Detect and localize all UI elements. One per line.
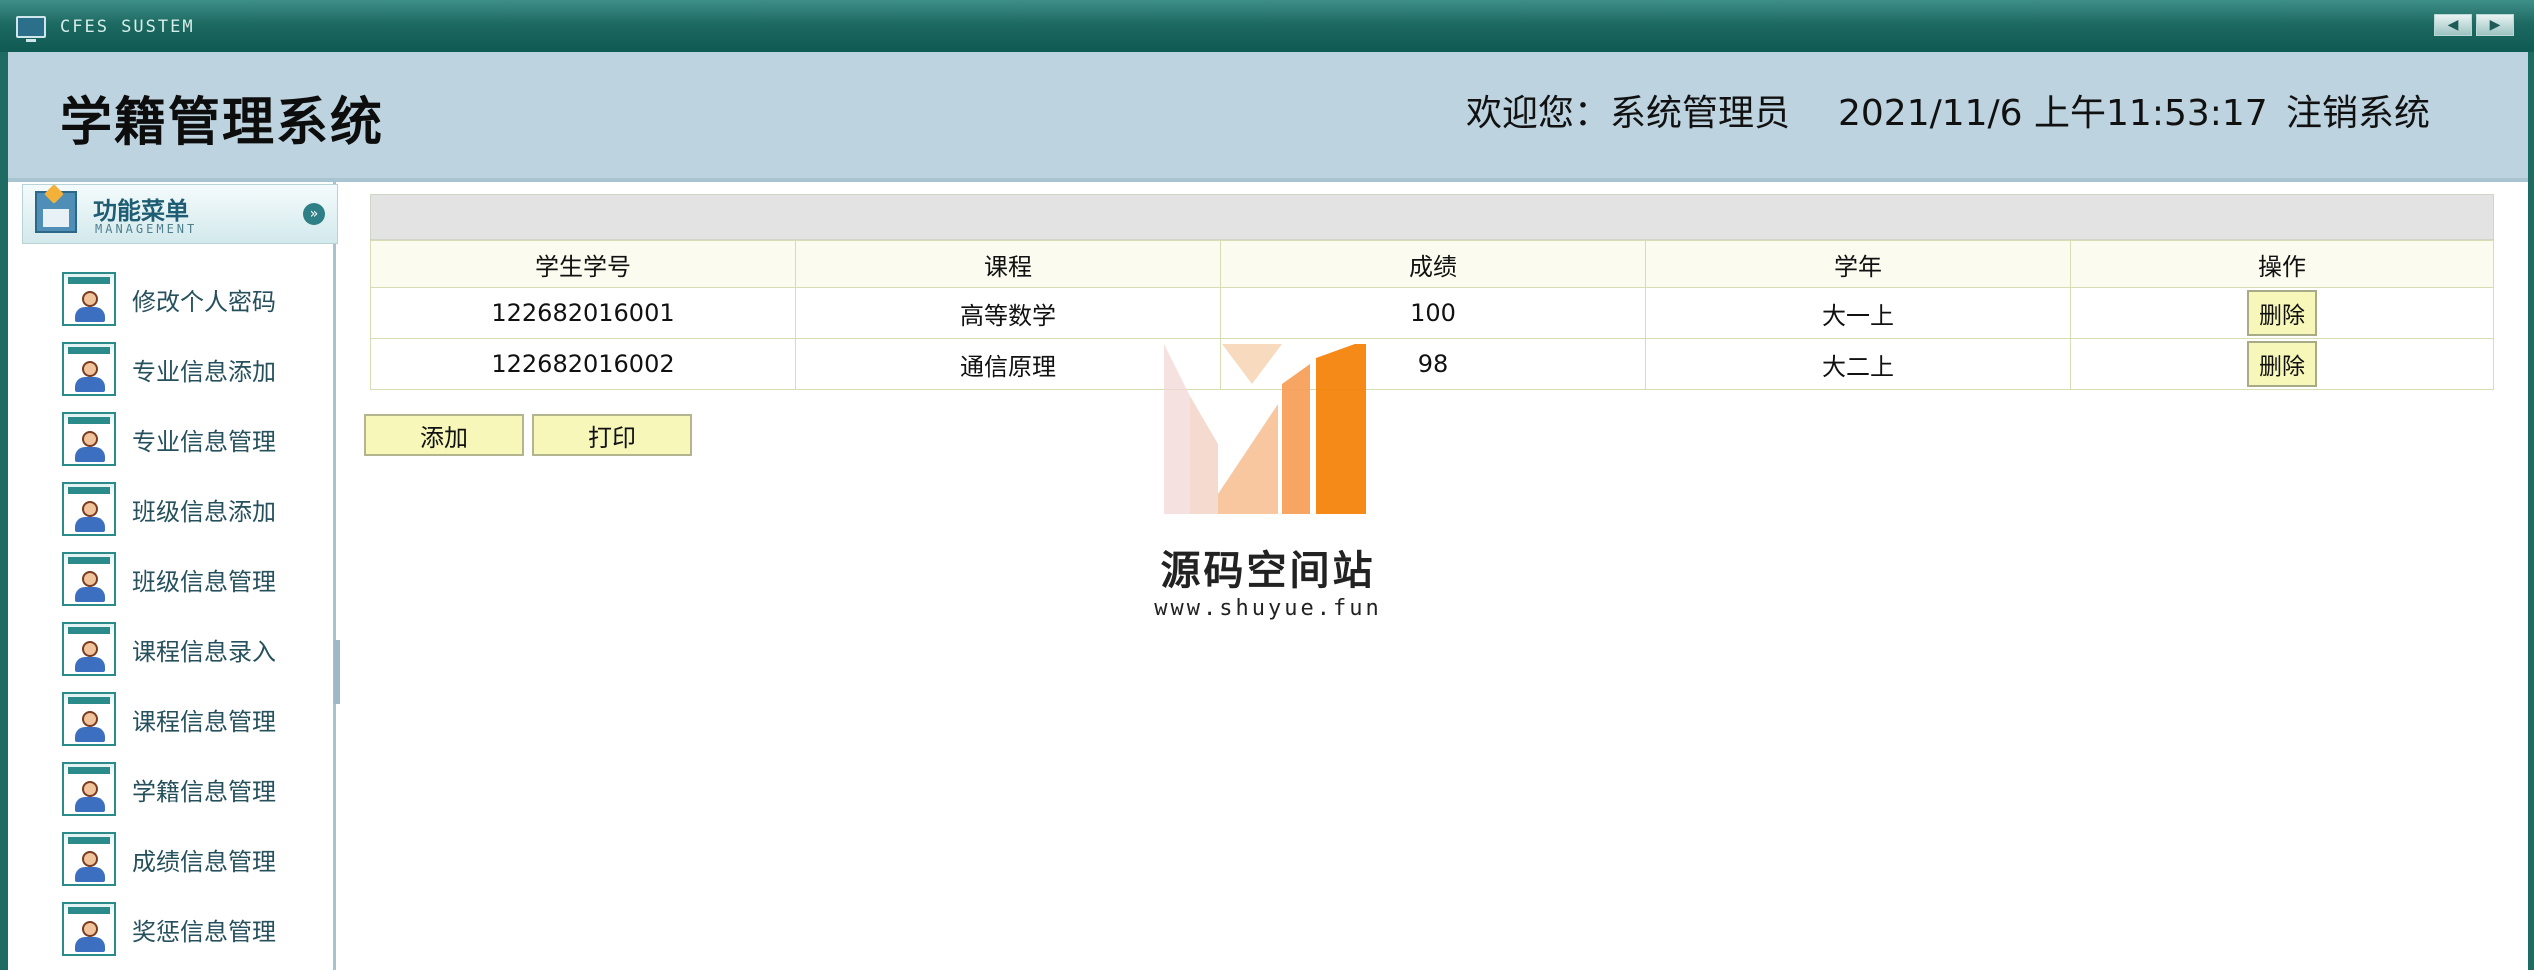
sidebar-item-label: 奖惩信息管理 bbox=[132, 917, 276, 946]
menu-house-icon bbox=[35, 191, 77, 233]
user-card-icon bbox=[62, 692, 116, 746]
sidebar-item-major-manage[interactable]: 专业信息管理 bbox=[62, 410, 332, 468]
user-card-icon bbox=[62, 272, 116, 326]
window-title: CFES SUSTEM bbox=[60, 17, 195, 37]
sidebar-item-label: 班级信息管理 bbox=[132, 567, 276, 596]
scroll-right-button[interactable]: ▶ bbox=[2476, 14, 2514, 36]
scroll-left-button[interactable]: ◀ bbox=[2434, 14, 2472, 36]
sidebar-item-label: 专业信息管理 bbox=[132, 427, 276, 456]
delete-button[interactable]: 删除 bbox=[2247, 290, 2317, 336]
sidebar-item-major-add[interactable]: 专业信息添加 bbox=[62, 340, 332, 398]
cell-student-id: 122682016002 bbox=[370, 338, 796, 390]
column-header: 学年 bbox=[1645, 240, 2071, 288]
computer-icon bbox=[16, 16, 46, 42]
sidebar-item-class-manage[interactable]: 班级信息管理 bbox=[62, 550, 332, 608]
cell-year: 大二上 bbox=[1645, 338, 2071, 390]
welcome-text: 欢迎您：系统管理员 bbox=[1466, 93, 1791, 134]
table-header-row: 学生学号 课程 成绩 学年 操作 bbox=[370, 240, 2494, 288]
user-card-icon bbox=[62, 552, 116, 606]
collapse-icon[interactable]: » bbox=[303, 203, 325, 225]
sidebar-item-label: 班级信息添加 bbox=[132, 497, 276, 526]
delete-button[interactable]: 删除 bbox=[2247, 341, 2317, 387]
cell-course: 通信原理 bbox=[795, 338, 1221, 390]
menu-header[interactable]: 功能菜单 MANAGEMENT » bbox=[22, 184, 338, 244]
grades-table: 学生学号 课程 成绩 学年 操作 122682016001 高等数学 100 大… bbox=[370, 240, 2494, 390]
column-header: 课程 bbox=[795, 240, 1221, 288]
watermark-url: www.shuyue.fun bbox=[1154, 596, 1382, 621]
sidebar-item-change-password[interactable]: 修改个人密码 bbox=[62, 270, 332, 328]
add-button[interactable]: 添加 bbox=[364, 414, 524, 456]
sidebar-item-reward-manage[interactable]: 奖惩信息管理 bbox=[62, 900, 332, 958]
user-card-icon bbox=[62, 412, 116, 466]
table-row: 122682016002 通信原理 98 大二上 删除 bbox=[370, 338, 2494, 390]
column-header: 操作 bbox=[2070, 240, 2494, 288]
user-card-icon bbox=[62, 832, 116, 886]
sidebar-item-label: 课程信息录入 bbox=[132, 637, 276, 666]
table-row: 122682016001 高等数学 100 大一上 删除 bbox=[370, 287, 2494, 339]
window-titlebar: CFES SUSTEM ◀ ▶ bbox=[0, 0, 2534, 52]
sidebar-item-enrollment-manage[interactable]: 学籍信息管理 bbox=[62, 760, 332, 818]
print-button[interactable]: 打印 bbox=[532, 414, 692, 456]
cell-action: 删除 bbox=[2070, 287, 2494, 339]
column-header: 成绩 bbox=[1220, 240, 1646, 288]
cell-year: 大一上 bbox=[1645, 287, 2071, 339]
window-frame-left bbox=[0, 52, 8, 970]
user-card-icon bbox=[62, 902, 116, 956]
sidebar-splitter[interactable] bbox=[334, 640, 340, 704]
sidebar-item-label: 修改个人密码 bbox=[132, 287, 276, 316]
cell-action: 删除 bbox=[2070, 338, 2494, 390]
user-card-icon bbox=[62, 762, 116, 816]
sidebar-item-label: 专业信息添加 bbox=[132, 357, 276, 386]
cell-score: 100 bbox=[1220, 287, 1646, 339]
watermark-logo-icon bbox=[1164, 344, 1366, 514]
current-datetime: 2021/11/6 上午11:53:17 bbox=[1838, 93, 2268, 134]
system-title: 学籍管理系统 bbox=[60, 93, 385, 153]
sidebar-item-grade-manage[interactable]: 成绩信息管理 bbox=[62, 830, 332, 888]
table-caption-bar bbox=[370, 194, 2494, 240]
user-card-icon bbox=[62, 622, 116, 676]
menu-title: 功能菜单 bbox=[93, 197, 189, 225]
logout-link[interactable]: 注销系统 bbox=[2286, 84, 2430, 136]
sidebar-item-class-add[interactable]: 班级信息添加 bbox=[62, 480, 332, 538]
sidebar-item-label: 学籍信息管理 bbox=[132, 777, 276, 806]
user-card-icon bbox=[62, 342, 116, 396]
sidebar-item-course-manage[interactable]: 课程信息管理 bbox=[62, 690, 332, 748]
window-frame-right bbox=[2528, 52, 2534, 970]
cell-student-id: 122682016001 bbox=[370, 287, 796, 339]
page-header: 学籍管理系统 欢迎您：系统管理员 2021/11/6 上午11:53:17 注销… bbox=[8, 52, 2528, 182]
column-header: 学生学号 bbox=[370, 240, 796, 288]
main-content: 学生学号 课程 成绩 学年 操作 122682016001 高等数学 100 大… bbox=[356, 182, 2528, 970]
menu-subtitle: MANAGEMENT bbox=[95, 222, 198, 236]
sidebar-item-label: 成绩信息管理 bbox=[132, 847, 276, 876]
cell-course: 高等数学 bbox=[795, 287, 1221, 339]
sidebar-item-course-entry[interactable]: 课程信息录入 bbox=[62, 620, 332, 678]
sidebar-item-label: 课程信息管理 bbox=[132, 707, 276, 736]
user-card-icon bbox=[62, 482, 116, 536]
sidebar: 功能菜单 MANAGEMENT » 修改个人密码 专业信息添加 专业信息管理 班… bbox=[8, 182, 338, 970]
watermark-name: 源码空间站 bbox=[1160, 548, 1376, 594]
